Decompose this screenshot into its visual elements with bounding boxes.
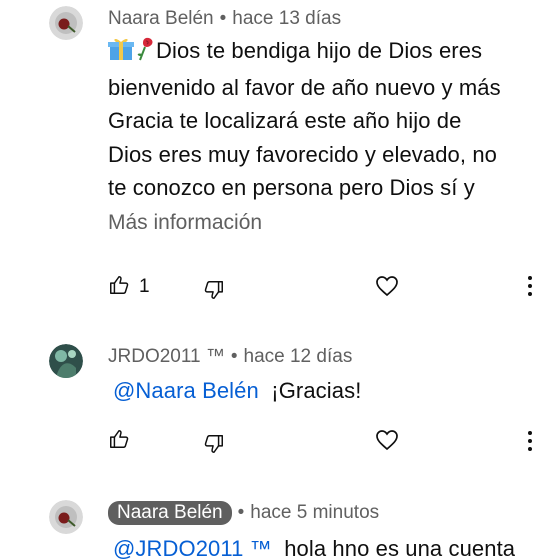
comment-line-text: ¡Gracias!: [271, 378, 362, 403]
author-name[interactable]: JRDO2011 ™: [108, 346, 225, 367]
comment-meta: JRDO2011 ™ • hace 12 días: [108, 346, 352, 368]
read-more-link[interactable]: Más información: [108, 211, 262, 235]
separator-dot: •: [237, 502, 245, 523]
comment-line: te conozco en persona pero Dios sí y: [108, 175, 475, 200]
thumb-up-icon: [110, 276, 129, 294]
heart-icon: [376, 276, 398, 297]
author-name-pill[interactable]: Naara Belén: [108, 501, 232, 525]
heart-icon: [376, 430, 398, 451]
comment-time[interactable]: hace 13 días: [232, 8, 341, 29]
comment-line: @JRDO2011 ™ hola hno es una cuenta: [113, 532, 515, 560]
mention-link[interactable]: @JRDO2011 ™: [113, 536, 272, 560]
rose-emoji-icon: [134, 35, 156, 71]
author-name[interactable]: Naara Belén: [108, 8, 214, 29]
thumb-up-icon: [110, 430, 129, 448]
avatar[interactable]: [49, 6, 83, 40]
more-actions-button[interactable]: [527, 430, 533, 457]
comment-line: @Naara Belén ¡Gracias!: [113, 374, 361, 408]
comment-text: @JRDO2011 ™ hola hno es una cuenta: [113, 532, 515, 560]
separator-dot: •: [219, 8, 227, 29]
comment-meta: Naara Belén • hace 13 días: [108, 8, 341, 30]
heart-button[interactable]: [375, 275, 399, 302]
thumb-down-icon: [204, 281, 223, 299]
like-button[interactable]: [108, 428, 130, 455]
dislike-button[interactable]: [203, 433, 225, 460]
comment-text: Dios te bendiga hijo de Dios eres bienve…: [108, 34, 501, 205]
comment-meta: Naara Belén • hace 5 minutos: [108, 501, 379, 525]
comment-line-text: hola hno es una cuenta: [284, 536, 516, 560]
avatar[interactable]: [49, 344, 83, 378]
comment-time[interactable]: hace 5 minutos: [250, 502, 379, 523]
dislike-button[interactable]: [203, 279, 225, 306]
avatar[interactable]: [49, 500, 83, 534]
more-actions-button[interactable]: [527, 275, 533, 302]
like-button[interactable]: [108, 274, 130, 301]
heart-button[interactable]: [375, 429, 399, 456]
comment-text: @Naara Belén ¡Gracias!: [113, 374, 361, 408]
separator-dot: •: [230, 346, 238, 367]
comments-thread: Naara Belén • hace 13 días Dios te bendiga…: [0, 0, 560, 560]
like-count: 1: [139, 276, 150, 297]
thumb-down-icon: [204, 435, 223, 453]
comment-line: Dios te bendiga hijo de Dios eres: [108, 34, 501, 71]
comment-line: Gracia te localizará este año hijo de: [108, 108, 462, 133]
comment-line-text: Dios te bendiga hijo de Dios eres: [156, 38, 483, 63]
more-vertical-icon: [528, 431, 532, 451]
comment-line: Dios eres muy favorecido y elevado, no: [108, 141, 497, 167]
gift-emoji-icon: [108, 37, 134, 71]
comment-time[interactable]: hace 12 días: [244, 346, 353, 367]
mention-link[interactable]: @Naara Belén: [113, 378, 259, 403]
comment-line: bienvenido al favor de año nuevo y más: [108, 74, 501, 100]
more-vertical-icon: [528, 276, 532, 296]
